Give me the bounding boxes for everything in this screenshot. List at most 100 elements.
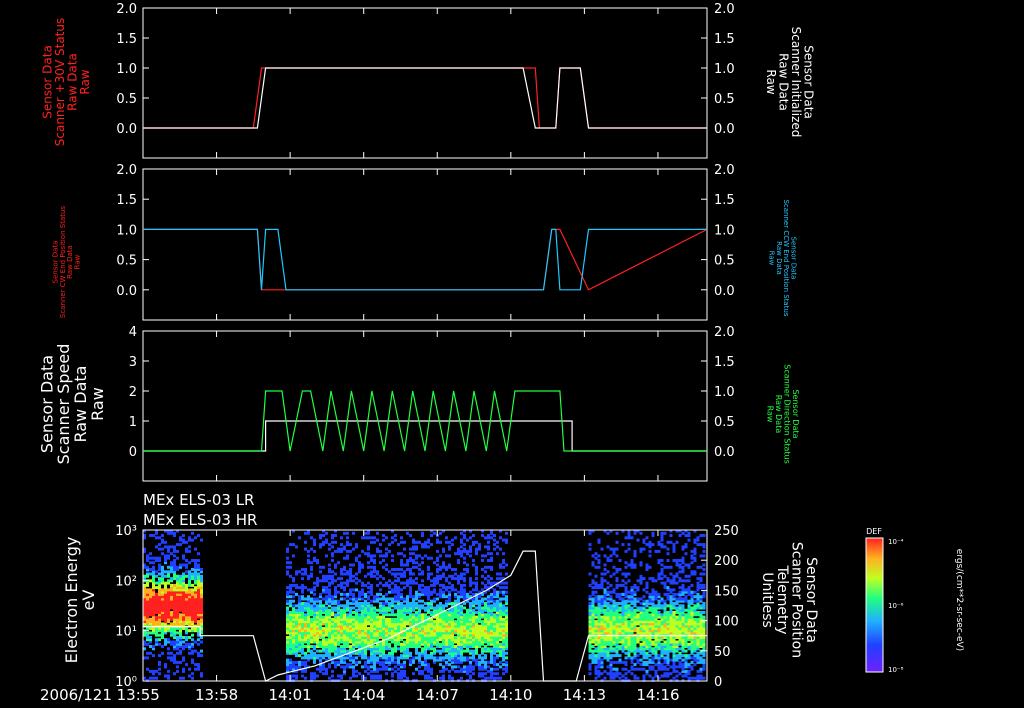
- spectrogram-pixel: [200, 649, 203, 653]
- spectrogram-pixel: [657, 654, 661, 658]
- spectrogram-pixel: [331, 570, 334, 574]
- spectrogram-pixel: [445, 595, 448, 599]
- spectrogram-pixel: [337, 561, 340, 565]
- spectrogram-pixel: [445, 565, 448, 569]
- spectrogram-pixel: [164, 545, 167, 549]
- spectrogram-pixel: [454, 588, 457, 592]
- spectrogram-pixel: [337, 599, 340, 603]
- spectrogram-pixel: [325, 574, 328, 578]
- spectrogram-pixel: [328, 563, 331, 567]
- spectrogram-pixel: [418, 592, 421, 596]
- spectrogram-pixel: [648, 549, 652, 553]
- spectrogram-pixel: [173, 531, 176, 535]
- spectrogram-pixel: [484, 577, 487, 581]
- spectrogram-pixel: [394, 656, 397, 660]
- spectrogram-pixel: [158, 642, 161, 646]
- spectrogram-pixel: [322, 672, 325, 676]
- spectrogram-pixel: [364, 583, 367, 587]
- spectrogram-pixel: [340, 536, 343, 540]
- spectrogram-pixel: [358, 660, 361, 664]
- spectrogram-pixel: [292, 543, 295, 547]
- spectrogram-pixel: [484, 660, 487, 664]
- spectrogram-pixel: [481, 672, 484, 676]
- spectrogram-pixel: [600, 547, 604, 551]
- spectrogram-pixel: [367, 590, 370, 594]
- spectrogram-pixel: [197, 663, 200, 667]
- spectrogram-pixel: [385, 581, 388, 585]
- spectrogram-pixel: [591, 579, 595, 583]
- spectrogram-pixel: [475, 547, 478, 551]
- spectrogram-pixel: [331, 534, 334, 537]
- spectrogram-pixel: [364, 536, 367, 540]
- spectrogram-pixel: [394, 534, 397, 537]
- spectrogram-pixel: [409, 577, 412, 581]
- spectrogram-pixel: [403, 581, 406, 585]
- spectrogram-pixel: [675, 592, 679, 596]
- spectrogram-pixel: [588, 595, 592, 599]
- spectrogram-pixel: [606, 531, 610, 535]
- spectrogram-pixel: [191, 531, 194, 535]
- spectrogram-pixel: [627, 579, 631, 583]
- spectrogram-pixel: [185, 642, 188, 646]
- spectrogram-pixel: [693, 590, 697, 594]
- spectrogram-pixel: [343, 592, 346, 596]
- spectrogram-pixel: [660, 543, 664, 547]
- spectrogram-pixel: [170, 583, 173, 587]
- spectrogram-pixel: [651, 588, 655, 592]
- spectrogram-pixel: [295, 674, 298, 678]
- spectrogram-pixel: [337, 660, 340, 664]
- spectrogram-pixel: [164, 540, 167, 544]
- spectrogram-pixel: [484, 545, 487, 549]
- spectrogram-pixel: [286, 606, 289, 610]
- spectrogram-pixel: [693, 604, 697, 608]
- spectrogram-pixel: [421, 613, 424, 617]
- spectrogram-pixel: [379, 674, 382, 678]
- spectrogram-pixel: [373, 645, 376, 648]
- spectrogram-pixel: [603, 588, 607, 592]
- spectrogram-pixel: [164, 554, 167, 558]
- spectrogram-pixel: [361, 602, 364, 605]
- spectrogram-pixel: [158, 660, 161, 664]
- spectrogram-pixel: [624, 549, 628, 553]
- spectrogram-pixel: [367, 565, 370, 569]
- spectrogram-pixel: [466, 568, 469, 571]
- spectrogram-pixel: [349, 606, 352, 610]
- spectrogram-pixel: [412, 595, 415, 599]
- spectrogram-pixel: [660, 613, 664, 617]
- spectrogram-pixel: [400, 559, 403, 562]
- spectrogram-pixel: [397, 543, 400, 547]
- spectrogram-pixel: [170, 622, 173, 626]
- spectrogram-pixel: [370, 669, 373, 673]
- spectrogram-pixel: [379, 667, 382, 671]
- spectrogram-pixel: [397, 672, 400, 676]
- spectrogram-pixel: [466, 608, 469, 612]
- spectrogram-pixel: [490, 556, 493, 560]
- spectrogram-pixel: [409, 534, 412, 537]
- spectrogram-pixel: [340, 645, 343, 648]
- spectrogram-pixel: [472, 665, 475, 669]
- spectrogram-pixel: [415, 577, 418, 581]
- spectrogram-pixel: [388, 651, 391, 655]
- spectrogram-pixel: [612, 565, 616, 569]
- spectrogram-pixel: [400, 568, 403, 571]
- spectrogram-pixel: [373, 606, 376, 610]
- spectrogram-pixel: [379, 561, 382, 565]
- spectrogram-pixel: [337, 674, 340, 678]
- spectrogram-pixel: [379, 543, 382, 547]
- spectrogram-pixel: [394, 579, 397, 583]
- spectrogram-pixel: [588, 602, 592, 605]
- spectrogram-pixel: [289, 595, 292, 599]
- spectrogram-pixel: [388, 667, 391, 671]
- spectrogram-pixel: [484, 613, 487, 617]
- spectrogram-pixel: [424, 586, 427, 590]
- spectrogram-pixel: [328, 608, 331, 612]
- spectrogram-pixel: [191, 538, 194, 542]
- spectrogram-pixel: [624, 667, 628, 671]
- spectrogram-pixel: [418, 540, 421, 544]
- spectrogram-pixel: [343, 556, 346, 560]
- spectrogram-pixel: [319, 579, 322, 583]
- spectrogram-pixel: [292, 660, 295, 664]
- spectrogram-pixel: [678, 672, 682, 676]
- spectrogram-pixel: [409, 547, 412, 551]
- spectrogram-pixel: [678, 563, 682, 567]
